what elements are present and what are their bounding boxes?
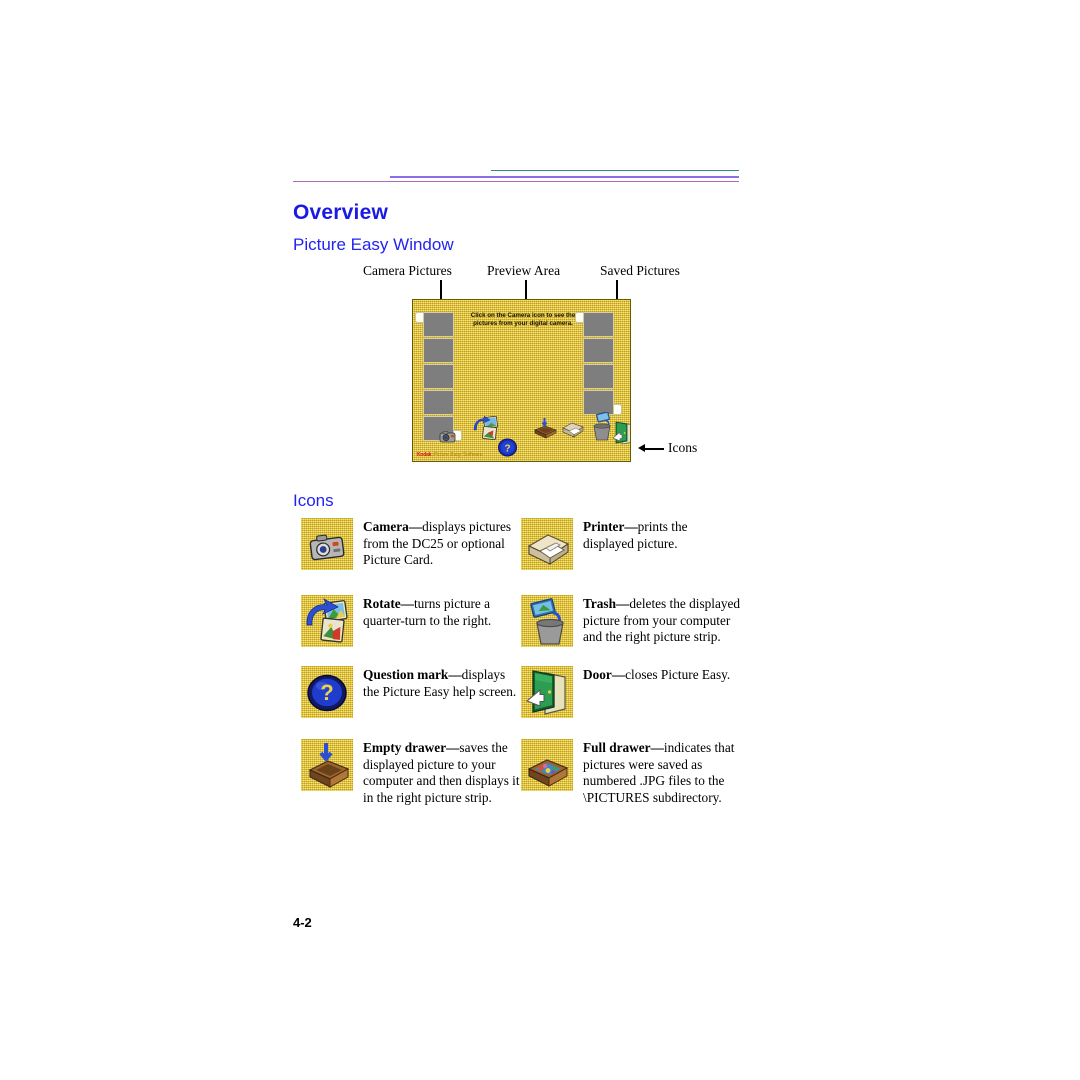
question-mark-icon[interactable]: ? xyxy=(498,438,517,461)
svg-text:?: ? xyxy=(504,443,510,454)
legend-term-full-drawer: Full drawer xyxy=(583,740,651,755)
film-frame[interactable] xyxy=(423,338,454,363)
printer-icon[interactable] xyxy=(561,419,585,445)
legend-text-full-drawer: Full drawer—indicates that pictures were… xyxy=(583,739,741,806)
legend-term-printer: Printer xyxy=(583,519,625,534)
legend-item-full-drawer: Full drawer—indicates that pictures were… xyxy=(521,739,741,806)
header-rule-teal xyxy=(491,170,739,171)
legend-text-rotate: Rotate—turns picture a quarter-turn to t… xyxy=(363,595,521,629)
header-rule-blue xyxy=(390,176,739,178)
film-frame[interactable] xyxy=(575,312,614,337)
film-frame[interactable] xyxy=(583,338,614,363)
camera-icon[interactable] xyxy=(439,430,457,449)
film-frame[interactable] xyxy=(583,364,614,389)
legend-term-trash: Trash xyxy=(583,596,617,611)
legend-item-camera: Camera—displays pictures from the DC25 o… xyxy=(301,518,521,570)
legend-text-camera: Camera—displays pictures from the DC25 o… xyxy=(363,518,521,569)
legend-dash: — xyxy=(650,740,664,755)
window-hint-text: Click on the Camera icon to see the pict… xyxy=(470,312,576,328)
legend-text-question-mark: Question mark—displays the Picture Easy … xyxy=(363,666,521,700)
legend-row: Empty drawer—saves the displayed picture… xyxy=(301,739,741,806)
document-page: Overview Picture Easy Window Icons Camer… xyxy=(0,0,1080,1080)
rotate-icon xyxy=(301,595,353,647)
legend-dash: — xyxy=(624,519,638,534)
callout-label-preview-area: Preview Area xyxy=(487,263,561,278)
printer-icon xyxy=(521,518,573,570)
legend-row: Camera—displays pictures from the DC25 o… xyxy=(301,518,741,570)
legend-row: ? Question mark—displays the Picture Eas… xyxy=(301,666,741,718)
legend-term-door: Door xyxy=(583,667,612,682)
strip-tab-icon xyxy=(415,312,424,323)
camera-icon xyxy=(301,518,353,570)
legend-item-trash: Trash—deletes the displayed picture from… xyxy=(521,595,741,647)
callout-arrow-icons xyxy=(638,444,664,453)
legend-dash: — xyxy=(408,519,423,534)
callout-label-saved-pictures: Saved Pictures xyxy=(600,263,680,278)
question-mark-icon: ? xyxy=(301,666,353,718)
saved-pictures-strip xyxy=(575,312,622,416)
legend-term-camera: Camera xyxy=(363,519,409,534)
kodak-product-name: Picture Easy Software xyxy=(433,452,483,458)
strip-tab-icon xyxy=(575,312,584,323)
film-frame[interactable] xyxy=(415,312,454,337)
page-title: Overview xyxy=(293,201,388,224)
picture-easy-window: Click on the Camera icon to see the pict… xyxy=(412,299,631,462)
legend-text-empty-drawer: Empty drawer—saves the displayed picture… xyxy=(363,739,521,806)
legend-row: Rotate—turns picture a quarter-turn to t… xyxy=(301,595,741,647)
film-frame[interactable] xyxy=(423,390,454,415)
legend-text-printer: Printer—prints the displayed picture. xyxy=(583,518,741,552)
legend-item-rotate: Rotate—turns picture a quarter-turn to t… xyxy=(301,595,521,647)
film-frame[interactable] xyxy=(423,364,454,389)
header-rule-mauve xyxy=(293,181,739,182)
legend-term-empty-drawer: Empty drawer xyxy=(363,740,447,755)
legend-text-door: Door—closes Picture Easy. xyxy=(583,666,730,684)
legend-dash: — xyxy=(448,667,462,682)
svg-text:?: ? xyxy=(320,680,333,705)
empty-drawer-icon[interactable] xyxy=(532,418,558,445)
legend-dash: — xyxy=(611,667,626,682)
section-heading-picture-easy-window: Picture Easy Window xyxy=(293,235,454,254)
trash-icon xyxy=(521,595,573,647)
strip-tab-icon xyxy=(613,404,622,415)
kodak-logo: Kodak xyxy=(417,452,432,458)
legend-text-trash: Trash—deletes the displayed picture from… xyxy=(583,595,741,646)
legend-description-door: closes Picture Easy. xyxy=(625,667,731,682)
legend-term-rotate: Rotate xyxy=(363,596,401,611)
legend-dash: — xyxy=(400,596,414,611)
door-icon xyxy=(521,666,573,718)
camera-pictures-strip xyxy=(415,312,462,442)
callout-label-camera-pictures: Camera Pictures xyxy=(363,263,452,278)
kodak-brand: Kodak Picture Easy Software xyxy=(417,452,482,458)
legend-term-question-mark: Question mark xyxy=(363,667,449,682)
door-icon[interactable] xyxy=(612,421,630,450)
legend-dash: — xyxy=(616,596,630,611)
legend-item-question-mark: ? Question mark—displays the Picture Eas… xyxy=(301,666,521,718)
page-number: 4-2 xyxy=(293,915,312,930)
legend-item-door: Door—closes Picture Easy. xyxy=(521,666,741,718)
full-drawer-icon xyxy=(521,739,573,791)
legend-dash: — xyxy=(446,740,460,755)
icon-legend: Camera—displays pictures from the DC25 o… xyxy=(301,518,741,818)
section-heading-icons: Icons xyxy=(293,491,334,510)
empty-drawer-icon xyxy=(301,739,353,791)
callout-label-icons: Icons xyxy=(668,440,698,455)
trash-icon[interactable] xyxy=(590,411,614,447)
legend-item-printer: Printer—prints the displayed picture. xyxy=(521,518,741,570)
legend-item-empty-drawer: Empty drawer—saves the displayed picture… xyxy=(301,739,521,806)
